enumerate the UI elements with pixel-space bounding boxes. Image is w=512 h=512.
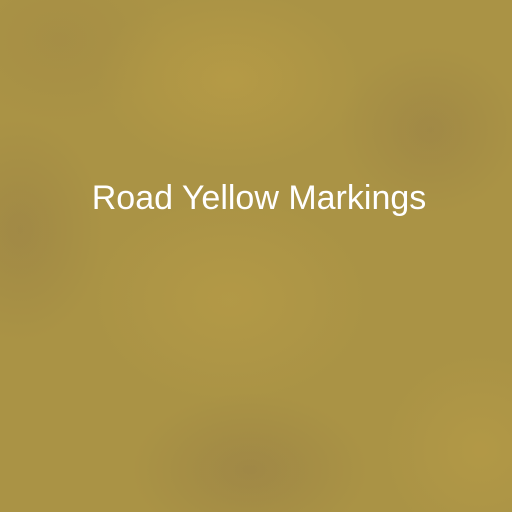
color-name-label: Road Yellow Markings [91, 179, 427, 217]
color-swatch-background [0, 0, 512, 512]
